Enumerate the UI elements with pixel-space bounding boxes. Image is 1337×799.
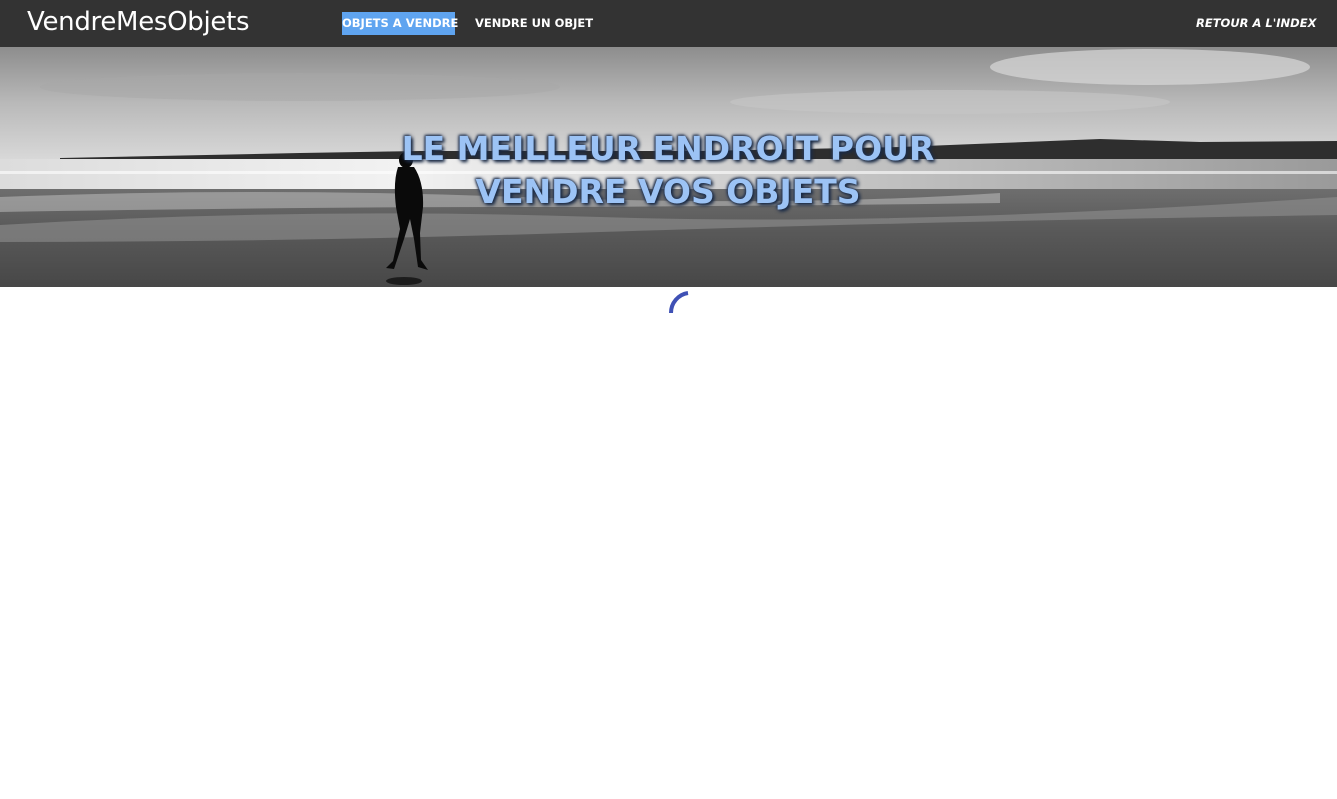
hero-title-line-2: VENDRE VOS OBJETS bbox=[475, 172, 861, 211]
brand-logo-link[interactable]: VendreMesObjets bbox=[27, 4, 250, 40]
loading-spinner-icon bbox=[666, 289, 696, 319]
hero-banner: LE MEILLEUR ENDROIT POUR VENDRE VOS OBJE… bbox=[0, 47, 1337, 287]
nav-retour-index[interactable]: RETOUR A L'INDEX bbox=[1196, 12, 1316, 35]
hero-title-line-1: LE MEILLEUR ENDROIT POUR bbox=[401, 129, 935, 168]
nav-objets-a-vendre[interactable]: OBJETS A VENDRE bbox=[342, 12, 458, 35]
top-navbar: VendreMesObjets OBJETS A VENDRE VENDRE U… bbox=[0, 0, 1337, 47]
hero-title: LE MEILLEUR ENDROIT POUR VENDRE VOS OBJE… bbox=[368, 127, 968, 213]
nav-vendre-un-objet[interactable]: VENDRE UN OBJET bbox=[475, 12, 593, 35]
